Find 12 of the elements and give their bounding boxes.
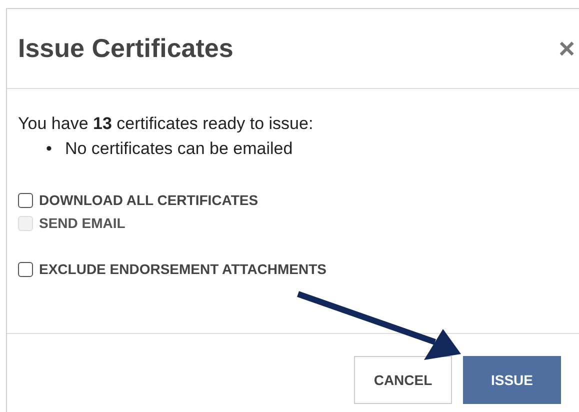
option-label: EXCLUDE ENDORSEMENT ATTACHMENTS <box>39 261 327 277</box>
bullet-mark: • <box>46 138 52 160</box>
cancel-button[interactable]: CANCEL <box>354 356 452 404</box>
checkbox[interactable] <box>18 192 33 208</box>
option-label: SEND EMAIL <box>39 215 126 231</box>
close-button[interactable]: × <box>558 34 575 62</box>
checkbox[interactable] <box>18 262 33 276</box>
issue-button[interactable]: ISSUE <box>463 356 561 404</box>
note-text: No certificates can be emailed <box>64 138 293 160</box>
dialog-title: Issue Certificates <box>18 33 234 64</box>
summary-text: You have 13 certificates ready to issue: <box>18 114 314 134</box>
option-label: DOWNLOAD ALL CERTIFICATES <box>39 192 258 208</box>
